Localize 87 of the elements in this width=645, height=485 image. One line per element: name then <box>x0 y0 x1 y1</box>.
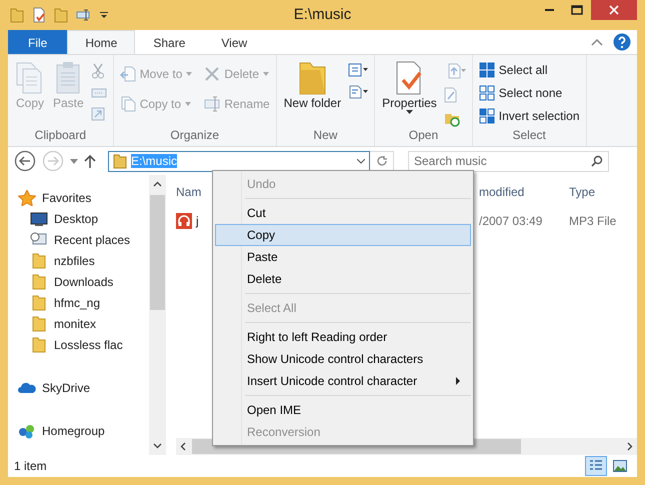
nav-item[interactable]: Lossless flac <box>8 334 149 355</box>
menu-item[interactable]: Open IME <box>215 399 471 421</box>
window-title: E:\music <box>292 6 352 23</box>
new-item-icon[interactable] <box>348 63 368 77</box>
folder-icon <box>30 274 48 290</box>
menu-item[interactable]: Show Unicode control characters <box>215 348 471 370</box>
menu-item[interactable]: Right to left Reading order <box>215 326 471 348</box>
scroll-left-icon[interactable] <box>180 442 186 451</box>
menu-item[interactable]: Delete <box>215 268 471 290</box>
ribbon-button[interactable]: Select all <box>476 59 550 81</box>
folder-icon <box>113 153 127 169</box>
menu-item[interactable]: Paste <box>215 246 471 268</box>
collapse-ribbon-icon[interactable] <box>591 38 603 46</box>
nav-item[interactable]: monitex <box>8 313 149 334</box>
history-icon[interactable] <box>444 111 460 127</box>
refresh-icon <box>376 155 387 167</box>
scroll-right-icon[interactable] <box>627 442 633 451</box>
scroll-down-icon[interactable] <box>153 443 162 449</box>
delete-icon <box>204 66 220 82</box>
table-cell-text: /2007 03:49 <box>479 214 544 228</box>
table-cell-text: MP3 File <box>568 214 616 228</box>
nav-item[interactable]: Desktop <box>8 208 149 229</box>
nav-item[interactable]: Homegroup <box>8 420 149 441</box>
group-label: Open <box>408 128 440 144</box>
document-check-icon[interactable] <box>32 7 46 23</box>
star-icon <box>18 190 36 206</box>
search-field[interactable]: Search music <box>408 150 609 172</box>
ribbon-tab[interactable]: View <box>203 30 266 54</box>
folder-icon <box>30 252 48 268</box>
group-label: Organize <box>169 128 220 144</box>
select-all-icon <box>478 62 495 78</box>
folder-icon <box>297 61 328 95</box>
close-button[interactable] <box>591 0 637 20</box>
rename-icon[interactable] <box>76 9 92 21</box>
close-icon <box>609 5 619 15</box>
ribbon-button[interactable]: Properties <box>379 59 440 116</box>
rename-icon <box>204 96 220 112</box>
group-label: Clipboard <box>34 128 88 144</box>
nav-item[interactable]: Favorites <box>8 187 149 208</box>
group-label: New <box>312 128 338 144</box>
up-arrow-icon[interactable] <box>84 154 96 168</box>
ribbon-button[interactable]: New folder <box>280 59 344 112</box>
monitor-icon <box>30 210 48 226</box>
column-header[interactable]: modified <box>479 185 565 199</box>
help-icon[interactable] <box>613 33 631 51</box>
group-label: Select <box>511 128 547 144</box>
nav-item[interactable]: hfmc_ng <box>8 292 149 313</box>
back-button[interactable] <box>14 150 36 172</box>
scroll-up-icon[interactable] <box>153 181 162 187</box>
scrollbar[interactable] <box>149 175 166 455</box>
refresh-button[interactable] <box>370 150 394 172</box>
menu-item[interactable]: Copy <box>215 224 471 246</box>
folder-icon <box>30 294 48 310</box>
move-to-icon <box>120 66 136 82</box>
caret-icon <box>406 110 413 114</box>
minimize-icon <box>544 9 554 11</box>
maximize-icon <box>571 5 583 15</box>
menu-item[interactable]: Insert Unicode control character <box>215 370 471 392</box>
copy-to-icon <box>120 96 136 112</box>
menu-item[interactable]: Cut <box>215 202 471 224</box>
easy-access-icon[interactable] <box>348 85 368 99</box>
select-none-icon <box>478 85 495 101</box>
dropdown-icon[interactable] <box>100 11 108 19</box>
details-view-button[interactable] <box>585 456 607 476</box>
ribbon-tab[interactable]: Home <box>67 30 136 54</box>
nav-item[interactable]: Downloads <box>8 271 149 292</box>
headphones-icon <box>176 213 192 229</box>
recent-places-icon <box>30 232 48 248</box>
search-icon[interactable] <box>591 154 603 166</box>
network-icon <box>18 422 36 438</box>
status-text: 1 item <box>14 459 47 473</box>
image-icon <box>613 460 627 472</box>
ribbon-button[interactable]: Invert selection <box>476 105 582 127</box>
file-name[interactable]: j <box>196 214 199 228</box>
recent-locations-icon[interactable] <box>70 158 78 164</box>
nav-item[interactable]: Recent places <box>8 229 149 250</box>
folder-icon <box>30 316 48 332</box>
nav-item[interactable]: nzbfiles <box>8 250 149 271</box>
nav-item[interactable]: SkyDrive <box>8 377 149 398</box>
column-header[interactable]: Type <box>565 185 596 199</box>
ribbon-button[interactable]: Select none <box>476 82 564 104</box>
invert-selection-icon <box>478 108 495 124</box>
ribbon-tab[interactable]: File <box>8 30 68 54</box>
list-icon <box>589 459 603 473</box>
chevron-down-icon[interactable] <box>357 158 365 164</box>
folder-icon <box>30 336 48 352</box>
ribbon-tab[interactable]: Share <box>135 30 204 54</box>
